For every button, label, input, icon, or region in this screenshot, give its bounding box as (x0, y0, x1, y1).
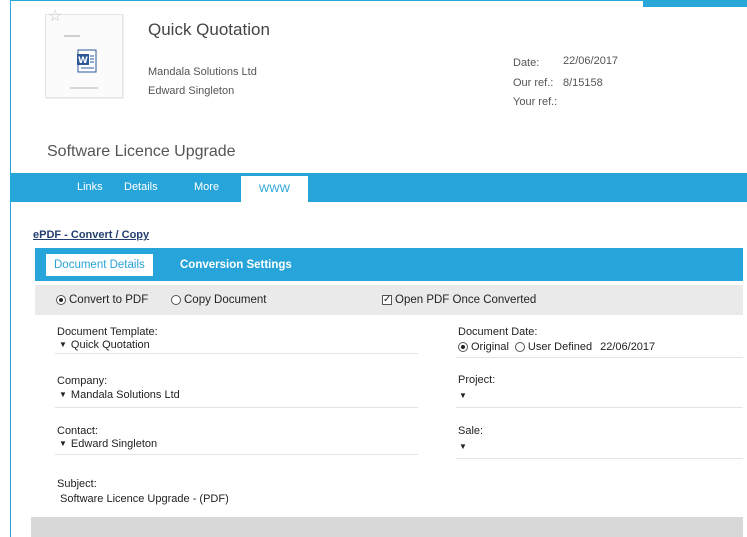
document-date-label: Document Date: (458, 326, 538, 338)
convert-to-pdf-radio[interactable]: Convert to PDF (56, 294, 148, 306)
field-underline (55, 353, 418, 354)
tab-document-details[interactable]: Document Details (46, 254, 153, 276)
checkbox-checked-icon: ✓ (382, 294, 392, 305)
document-thumbnail[interactable]: ☆ W (45, 9, 123, 98)
caret-down-icon: ▼ (59, 390, 67, 399)
sale-select[interactable]: ▼ (459, 441, 471, 453)
our-ref-label: Our ref.: (513, 77, 554, 89)
document-template-label: Document Template: (57, 326, 158, 338)
original-label[interactable]: Original (471, 341, 509, 353)
contact-value: Edward Singleton (70, 438, 158, 450)
subject-field[interactable]: Software Licence Upgrade - (PDF) (60, 493, 229, 505)
field-underline (55, 407, 418, 408)
contact-select[interactable]: ▼ Edward Singleton (59, 438, 157, 450)
tab-conversion-settings[interactable]: Conversion Settings (172, 254, 300, 276)
field-underline (456, 458, 743, 459)
project-select[interactable]: ▼ (459, 390, 471, 402)
our-ref-value: 8/15158 (563, 77, 603, 89)
open-pdf-checkbox[interactable]: ✓ Open PDF Once Converted (382, 294, 536, 306)
caret-down-icon: ▼ (459, 442, 467, 451)
top-accent-bar (643, 0, 747, 7)
svg-text:W: W (78, 56, 88, 66)
subject-label: Subject: (57, 478, 97, 490)
copy-document-radio[interactable]: Copy Document (171, 294, 266, 306)
bottom-toolbar (31, 517, 743, 537)
word-document-icon: W (77, 49, 97, 73)
copy-document-label: Copy Document (184, 294, 267, 306)
top-border (10, 0, 643, 1)
contact-label: Contact: (57, 425, 98, 437)
convert-to-pdf-label: Convert to PDF (69, 294, 149, 306)
your-ref-label: Your ref.: (513, 96, 558, 108)
tab-details[interactable]: Details (112, 173, 170, 202)
date-label: Date: (513, 57, 540, 69)
header-company: Mandala Solutions Ltd (148, 66, 257, 78)
radio-unselected-icon (171, 295, 181, 305)
thumbnail-text-line (64, 35, 80, 37)
date-value: 22/06/2017 (563, 55, 619, 67)
document-date-options: Original User Defined 22/06/2017 (458, 341, 655, 353)
sale-label: Sale: (458, 425, 484, 437)
field-underline (456, 407, 743, 408)
document-date-input[interactable]: 22/06/2017 (600, 341, 655, 353)
caret-down-icon: ▼ (59, 439, 67, 448)
field-underline (456, 357, 743, 358)
section-title: Software Licence Upgrade (47, 143, 236, 160)
document-title: Quick Quotation (148, 20, 270, 39)
open-pdf-label: Open PDF Once Converted (395, 294, 537, 306)
tab-links[interactable]: Links (65, 173, 115, 202)
company-value: Mandala Solutions Ltd (70, 389, 180, 401)
company-label: Company: (57, 375, 108, 387)
tab-www[interactable]: WWW (241, 176, 308, 202)
caret-down-icon: ▼ (459, 391, 467, 400)
user-defined-label[interactable]: User Defined (528, 341, 592, 353)
radio-unselected-icon[interactable] (514, 342, 525, 352)
inner-tab-bar: Document Details Conversion Settings (35, 248, 743, 281)
thumbnail-footer-line (70, 87, 98, 89)
tab-more[interactable]: More (182, 173, 231, 202)
main-tab-bar: Links Details More WWW (11, 173, 747, 202)
radio-selected-icon (56, 295, 66, 305)
field-underline (55, 454, 418, 455)
caret-down-icon: ▼ (59, 340, 67, 349)
document-template-value: Quick Quotation (70, 339, 150, 351)
epdf-convert-link[interactable]: ePDF - Convert / Copy (33, 229, 149, 241)
header-contact: Edward Singleton (148, 85, 235, 97)
favorite-star-icon[interactable]: ☆ (48, 9, 62, 25)
radio-selected-icon[interactable] (458, 342, 468, 352)
conversion-options-bar: Convert to PDF Copy Document ✓ Open PDF … (35, 285, 743, 315)
company-select[interactable]: ▼ Mandala Solutions Ltd (59, 389, 180, 401)
document-template-select[interactable]: ▼ Quick Quotation (59, 339, 150, 351)
project-label: Project: (458, 374, 496, 386)
